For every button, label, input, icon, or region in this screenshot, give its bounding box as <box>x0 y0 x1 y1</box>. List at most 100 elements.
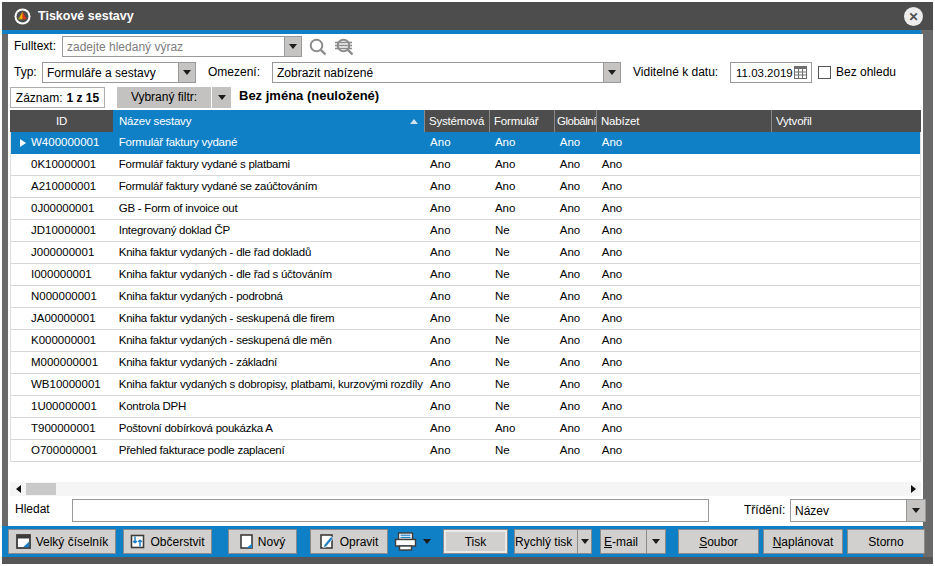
date-field[interactable]: 11.03.2019 <box>730 62 812 83</box>
trideni-combobox[interactable]: Název <box>790 499 926 522</box>
table-row[interactable]: 1U00000001Kontrola DPHAnoNeAnoAno <box>11 396 920 418</box>
hledat-input[interactable] <box>72 499 709 522</box>
vybrany-filtr-dropdown[interactable] <box>211 87 231 108</box>
table-row[interactable]: I000000001Kniha faktur vydaných - dle řa… <box>11 264 920 286</box>
cell-id: O700000001 <box>11 440 114 461</box>
edit-icon <box>320 534 335 549</box>
column-header-systemova[interactable]: Systémová <box>424 110 489 132</box>
omezeni-combobox[interactable]: Zobrazit nabízené <box>272 62 621 83</box>
horizontal-scrollbar[interactable] <box>10 482 921 496</box>
table-row[interactable]: A210000001Formulář faktury vydané se zaú… <box>11 176 920 198</box>
fulltext-dropdown-button[interactable] <box>284 37 301 56</box>
table-row[interactable]: K000000001Kniha faktur vydaných - seskup… <box>11 330 920 352</box>
column-header-globalni[interactable]: Globální <box>554 110 596 132</box>
cell-nazev: Formulář faktury vydané se zaúčtováním <box>114 176 424 197</box>
cell-nabizet: Ano <box>596 286 771 307</box>
naplanovat-button[interactable]: Naplánovat <box>763 529 843 554</box>
email-button[interactable]: E-mail <box>600 529 666 554</box>
typ-combobox[interactable]: Formuláře a sestavy <box>42 62 196 83</box>
search-icon[interactable] <box>308 37 328 57</box>
cell-vytvoril <box>770 264 920 285</box>
cell-globalni: Ano <box>554 176 596 197</box>
cell-globalni: Ano <box>554 132 596 153</box>
omezeni-value: Zobrazit nabízené <box>273 63 603 82</box>
cell-formular: Ne <box>489 242 554 263</box>
scrollbar-thumb[interactable] <box>26 483 56 495</box>
scroll-left-button[interactable] <box>10 482 26 496</box>
cell-systemova: Ano <box>424 396 489 417</box>
vybrany-filtr-button[interactable]: Vybraný filtr: <box>117 87 231 108</box>
cell-nabizet: Ano <box>596 396 771 417</box>
table-row[interactable]: JA00000001Kniha faktur vydaných - seskup… <box>11 308 920 330</box>
cell-id: N000000001 <box>11 286 114 307</box>
cell-vytvoril <box>770 176 920 197</box>
cell-globalni: Ano <box>554 352 596 373</box>
selected-row-marker <box>20 286 31 307</box>
selected-row-marker <box>20 352 31 373</box>
cell-nabizet: Ano <box>596 264 771 285</box>
cell-systemova: Ano <box>424 374 489 395</box>
soubor-button[interactable]: Soubor <box>678 529 759 554</box>
table-row[interactable]: T900000001Poštovní dobírková poukázka AA… <box>11 418 920 440</box>
bottom-toolbar: Velký číselník Občerstvit Nový Opravit <box>2 526 923 557</box>
zaznam-label: Záznam: <box>16 91 63 105</box>
column-header-id[interactable]: ID <box>10 110 113 132</box>
close-button[interactable]: ✕ <box>904 7 923 26</box>
cell-vytvoril <box>770 154 920 175</box>
cell-id: W400000001 <box>11 132 114 153</box>
column-header-nabizet[interactable]: Nabízet <box>596 110 771 132</box>
record-counter: Záznam: 1 z 15 <box>10 87 105 108</box>
bez-ohledu-label: Bez ohledu <box>836 62 896 83</box>
storno-button[interactable]: Storno <box>847 529 925 554</box>
hledat-label: Hledat <box>15 499 50 520</box>
calendar-icon[interactable] <box>793 65 808 80</box>
selected-row-marker <box>20 396 31 417</box>
cell-vytvoril <box>770 308 920 329</box>
column-header-vytvoril[interactable]: Vytvořil <box>771 110 921 132</box>
table-row[interactable]: 0J00000001GB - Form of invoice outAnoAno… <box>11 198 920 220</box>
chevron-down-icon <box>218 95 226 100</box>
tisk-button[interactable]: Tisk <box>443 529 508 554</box>
column-header-formular[interactable]: Formulář <box>489 110 554 132</box>
obcerstvit-button[interactable]: Občerstvit <box>123 529 212 554</box>
table-row[interactable]: W400000001Formulář faktury vydanéAnoAnoA… <box>11 132 920 154</box>
cell-nazev: Kniha faktur vydaných - dle řad dokladů <box>114 242 424 263</box>
rychly-tisk-button[interactable]: Rychlý tisk <box>514 529 592 554</box>
cell-nabizet: Ano <box>596 242 771 263</box>
cell-systemova: Ano <box>424 440 489 461</box>
fulltext-input[interactable] <box>63 37 284 56</box>
cell-nazev: Kniha faktur vydaných - seskupená dle fi… <box>114 308 424 329</box>
cell-globalni: Ano <box>554 264 596 285</box>
email-dropdown[interactable] <box>646 530 665 553</box>
cell-systemova: Ano <box>424 418 489 439</box>
arrow-right-icon <box>911 485 916 493</box>
omezeni-label: Omezení: <box>208 62 260 83</box>
large-list-icon <box>16 534 31 549</box>
cell-systemova: Ano <box>424 242 489 263</box>
table-row[interactable]: J000000001Kniha faktur vydaných - dle řa… <box>11 242 920 264</box>
table-row[interactable]: 0K10000001Formulář faktury vydané s plat… <box>11 154 920 176</box>
table-row[interactable]: N000000001Kniha faktur vydaných - podrob… <box>11 286 920 308</box>
omezeni-dropdown-button[interactable] <box>603 63 620 82</box>
table-row[interactable]: M000000001Kniha faktur vydaných - základ… <box>11 352 920 374</box>
bez-ohledu-checkbox[interactable] <box>818 66 831 79</box>
search-fulltext-icon[interactable] <box>333 37 355 57</box>
cell-globalni: Ano <box>554 154 596 175</box>
table-row[interactable]: JD10000001Integrovaný doklad ČPAnoNeAnoA… <box>11 220 920 242</box>
cell-id: 0K10000001 <box>11 154 114 175</box>
cell-id: K000000001 <box>11 330 114 351</box>
table-row[interactable]: O700000001Přehled fakturace podle zaplac… <box>11 440 920 462</box>
typ-dropdown-button[interactable] <box>178 63 195 82</box>
table-row[interactable]: WB10000001Kniha faktur vydaných s dobrop… <box>11 374 920 396</box>
novy-button[interactable]: Nový <box>228 529 297 554</box>
cell-nazev: Integrovaný doklad ČP <box>114 220 424 241</box>
printer-menu-button[interactable] <box>391 529 433 554</box>
trideni-dropdown-button[interactable] <box>906 500 925 521</box>
cell-nabizet: Ano <box>596 198 771 219</box>
column-header-nazev[interactable]: Název sestavy <box>113 110 424 132</box>
scroll-right-button[interactable] <box>905 482 921 496</box>
opravit-button[interactable]: Opravit <box>310 529 388 554</box>
cell-vytvoril <box>770 396 920 417</box>
velky-ciselnik-button[interactable]: Velký číselník <box>8 529 116 554</box>
rychly-tisk-dropdown[interactable] <box>577 530 591 553</box>
